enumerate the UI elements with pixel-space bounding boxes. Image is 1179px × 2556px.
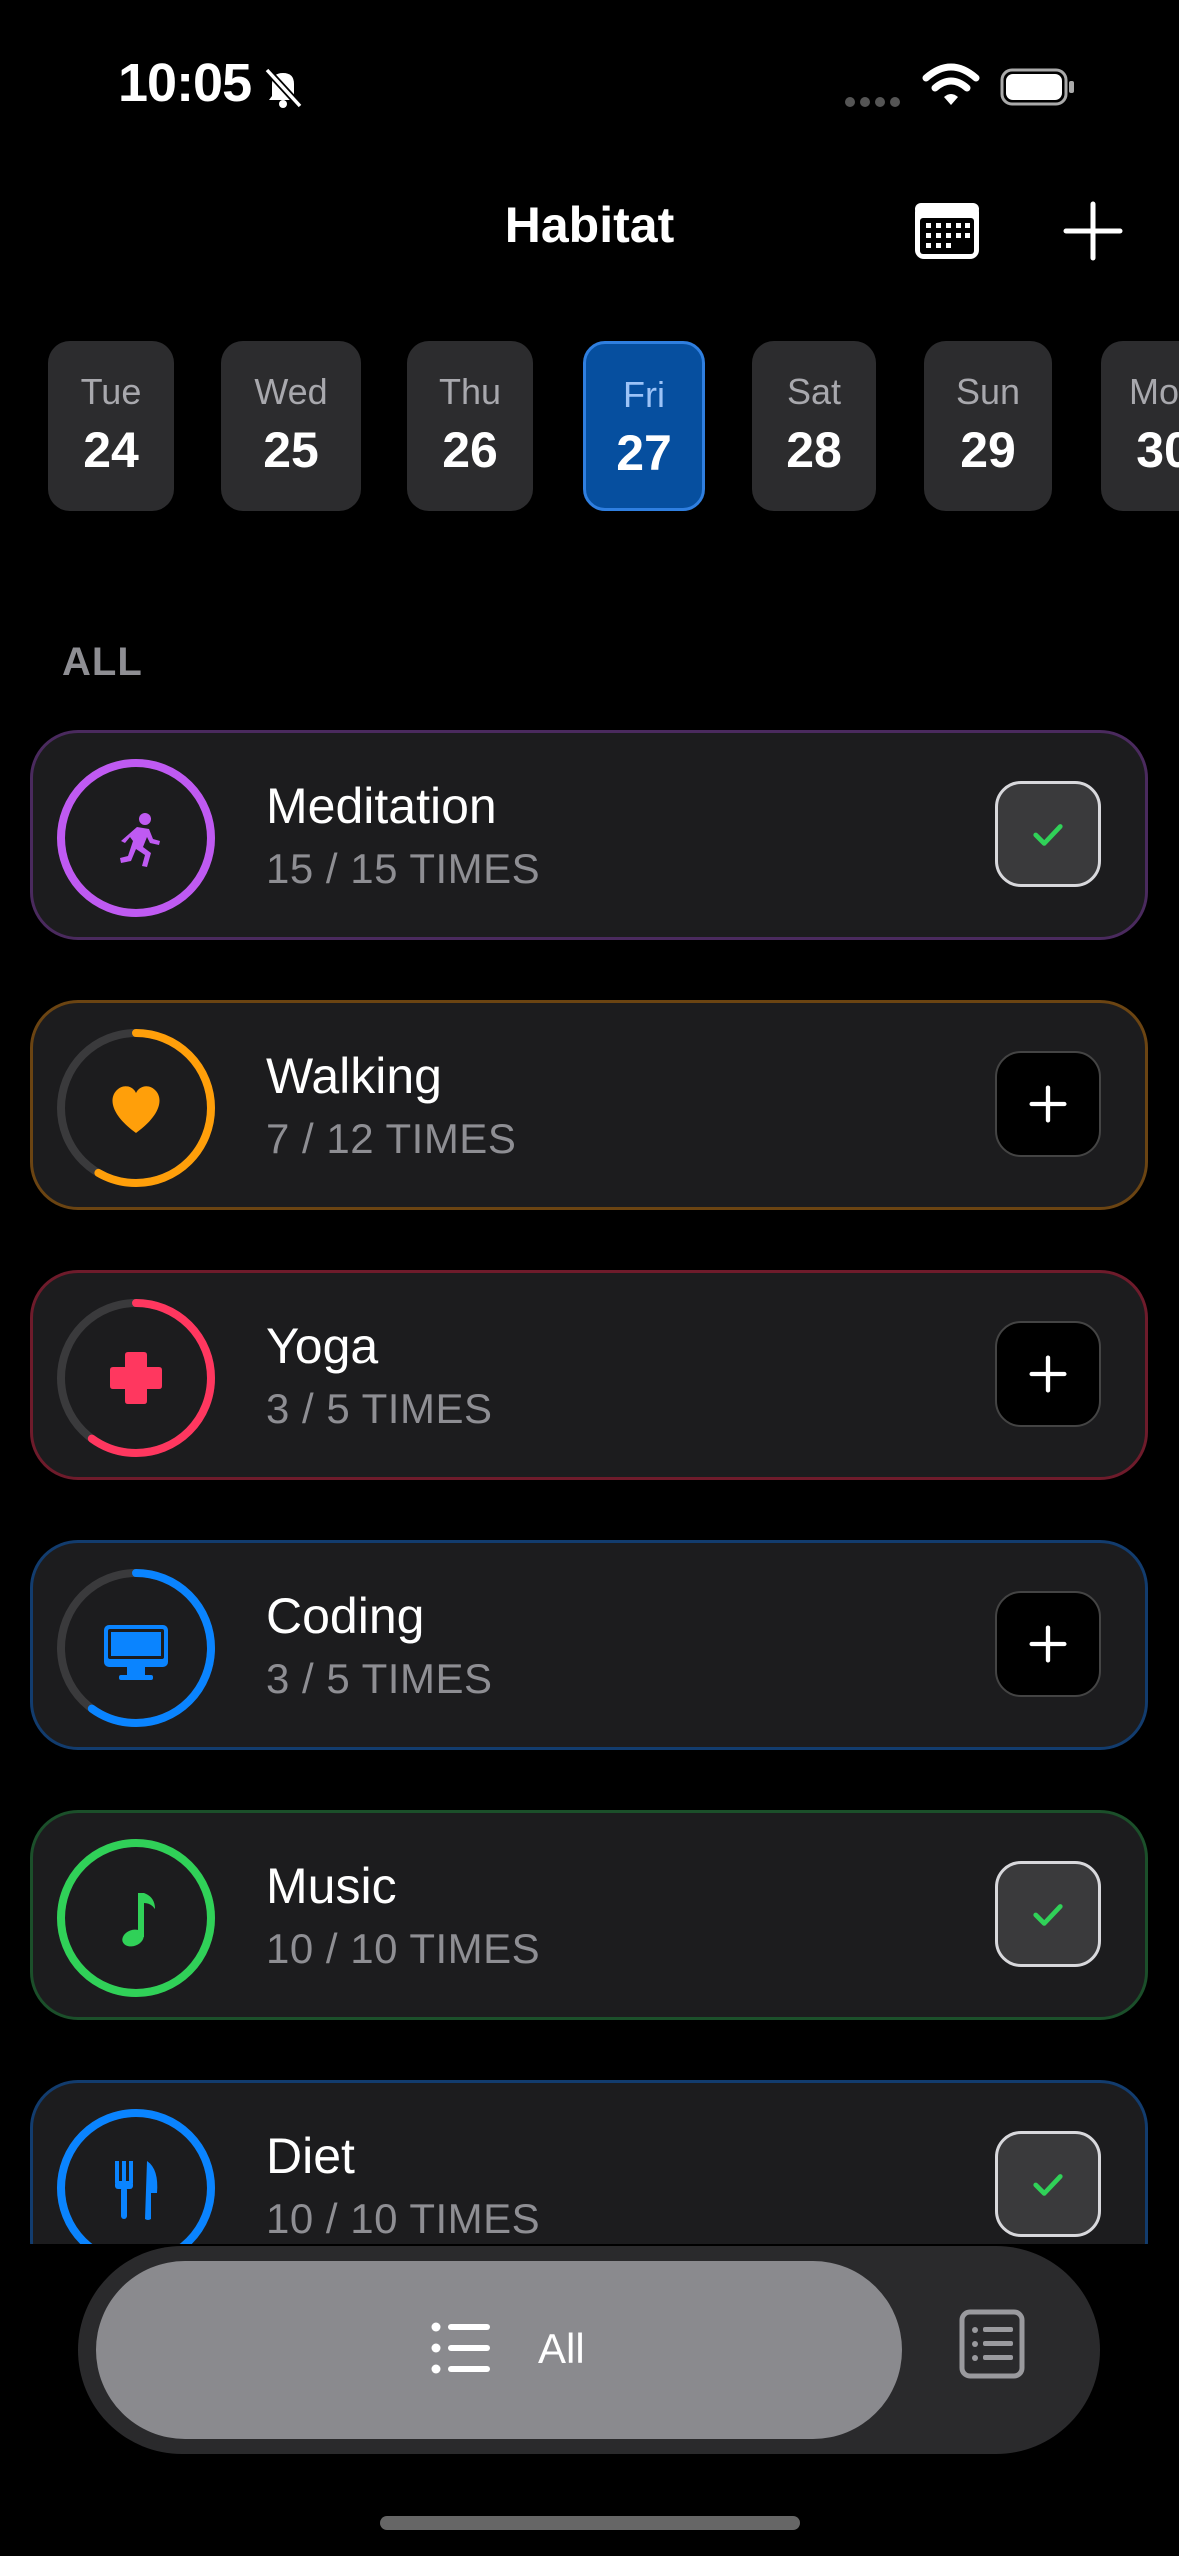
habit-name: Walking (266, 1048, 442, 1104)
tab-bar: All (78, 2246, 1100, 2454)
tab-all[interactable]: All (96, 2261, 902, 2439)
habit-count: 10 / 10 TIMES (266, 2195, 541, 2242)
habit-name: Coding (266, 1588, 425, 1644)
progress-ring (57, 1299, 215, 1457)
date-weekday: Tue (80, 371, 142, 412)
date-weekday: Mon (1128, 371, 1179, 412)
date-cell[interactable]: Wed 25 (221, 341, 361, 511)
plus-icon (1029, 1355, 1067, 1393)
date-weekday: Sun (955, 371, 1021, 412)
medical-cross-icon (110, 1352, 162, 1404)
page-title: Habitat (504, 197, 675, 253)
habit-name: Music (266, 1858, 397, 1914)
plus-icon (1029, 1625, 1067, 1663)
date-weekday: Sat (786, 371, 842, 412)
status-time: 10:05 (118, 53, 252, 113)
checkmark-icon (1033, 824, 1063, 846)
progress-ring (57, 1029, 215, 1187)
plus-icon (1029, 1085, 1067, 1123)
date-day: 29 (960, 422, 1016, 478)
heart-icon (112, 1086, 160, 1133)
battery-icon (1000, 68, 1074, 106)
date-day: 25 (263, 422, 319, 478)
status-bar: 10:05 (0, 0, 1179, 170)
date-cell-selected[interactable]: Fri 27 (583, 341, 705, 511)
habit-name: Yoga (266, 1318, 379, 1374)
date-strip[interactable]: Tue 24 Wed 25 Thu 26 Fri 27 Sat 28 Sun 29 Mon 3… (48, 341, 1179, 511)
complete-button[interactable] (995, 781, 1101, 887)
date-day: 24 (83, 422, 139, 478)
increment-button[interactable] (995, 1051, 1101, 1157)
habit-name: Diet (266, 2128, 355, 2184)
habit-card[interactable]: Coding 3 / 5 TIMES (30, 1540, 1148, 1750)
date-day: 26 (442, 422, 498, 478)
date-cell[interactable]: Mon 30 (1101, 341, 1179, 511)
checkmark-icon (1033, 2174, 1063, 2196)
date-weekday: Thu (438, 371, 502, 412)
wifi-icon (922, 63, 980, 105)
habit-count: 3 / 5 TIMES (266, 1385, 493, 1432)
habit-card[interactable]: Yoga 3 / 5 TIMES (30, 1270, 1148, 1480)
increment-button[interactable] (995, 1591, 1101, 1697)
complete-button[interactable] (995, 1861, 1101, 1967)
date-weekday: Wed (254, 371, 328, 412)
increment-button[interactable] (995, 1321, 1101, 1427)
date-cell[interactable]: Tue 24 (48, 341, 174, 511)
habit-count: 10 / 10 TIMES (266, 1925, 541, 1972)
progress-ring (57, 1569, 215, 1727)
tab-all-label: All (538, 2325, 585, 2372)
habit-count: 7 / 12 TIMES (266, 1115, 517, 1162)
habit-card[interactable]: Music 10 / 10 TIMES (30, 1810, 1148, 2020)
habit-name: Meditation (266, 778, 497, 834)
progress-ring (57, 1839, 215, 1997)
habit-card[interactable]: Meditation 15 / 15 TIMES (30, 730, 1148, 940)
date-weekday: Fri (623, 374, 665, 415)
checkmark-icon (1033, 1904, 1063, 1926)
add-habit-button[interactable] (1062, 200, 1124, 262)
home-indicator (380, 2516, 800, 2530)
habit-card[interactable]: Walking 7 / 12 TIMES (30, 1000, 1148, 1210)
date-cell[interactable]: Sat 28 (752, 341, 876, 511)
habit-count: 15 / 15 TIMES (266, 845, 541, 892)
cellular-signal-icon (845, 94, 905, 112)
section-label: ALL (62, 640, 143, 684)
date-day: 27 (616, 425, 672, 481)
complete-button[interactable] (995, 2131, 1101, 2237)
date-day: 28 (786, 422, 842, 478)
date-cell[interactable]: Thu 26 (407, 341, 533, 511)
progress-ring (57, 759, 215, 917)
bell-slash-icon (264, 67, 303, 109)
date-day: 30 (1136, 422, 1179, 478)
running-figure-icon (120, 813, 160, 867)
calendar-icon[interactable] (912, 196, 982, 262)
habit-count: 3 / 5 TIMES (266, 1655, 493, 1702)
desktop-computer-icon (104, 1625, 168, 1680)
date-cell[interactable]: Sun 29 (924, 341, 1052, 511)
fork-knife-icon (115, 2161, 158, 2220)
music-note-icon (122, 1893, 155, 1947)
list-clipboard-icon[interactable] (958, 2308, 1026, 2380)
list-bullet-icon (431, 2322, 490, 2374)
